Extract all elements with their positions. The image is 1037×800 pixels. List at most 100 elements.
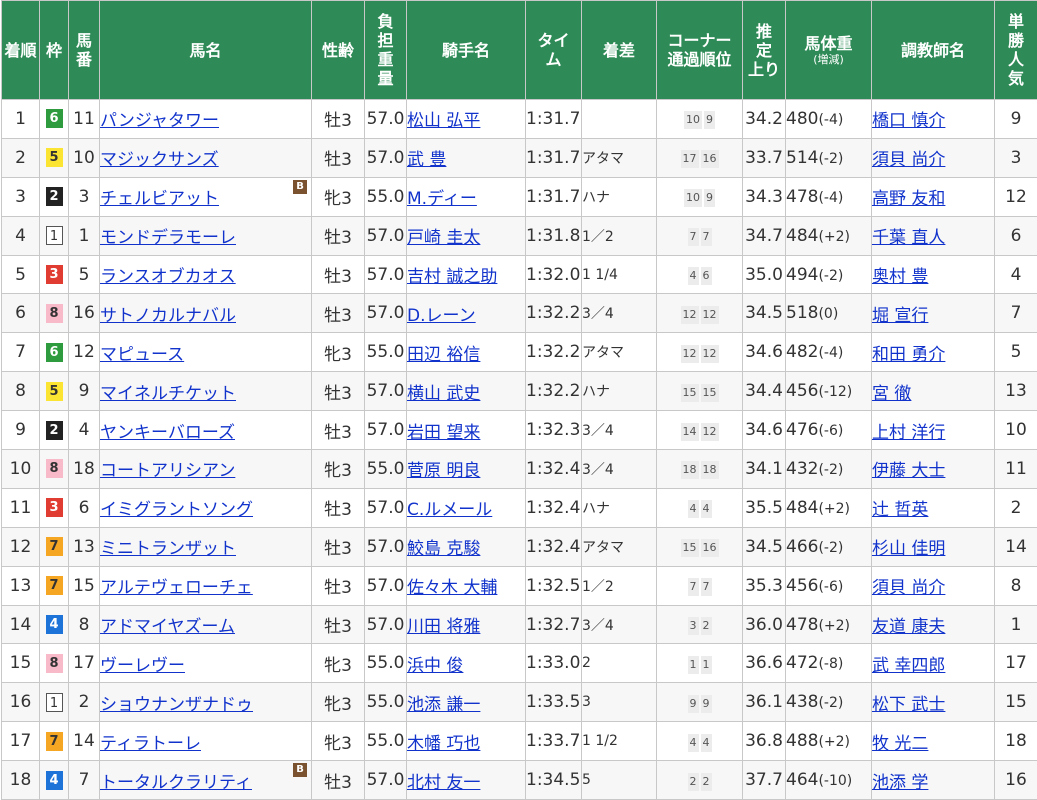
trainer-link[interactable]: 橋口 慎介 (873, 111, 946, 131)
header-horse-no-line: 番 (75, 50, 92, 69)
trainer-link[interactable]: 辻 哲英 (873, 500, 929, 520)
finish-cell: 15 (1, 643, 40, 684)
trainer-link[interactable]: 須貝 尚介 (873, 150, 946, 170)
horse-name-link[interactable]: イミグラントソング (101, 500, 254, 520)
horse-name-link[interactable]: アルテヴェローチェ (101, 578, 253, 598)
horse-number-cell: 2 (68, 682, 100, 723)
jockey-cell: 川田 将雅 (406, 604, 526, 645)
horse-name-link[interactable]: サトノカルナバル (101, 306, 237, 326)
trainer-link[interactable]: 松下 武士 (873, 695, 946, 715)
jockey-link[interactable]: 浜中 俊 (408, 656, 464, 676)
corner-cell: 32 (656, 604, 743, 645)
finish-cell: 4 (1, 215, 40, 256)
horse-name-link[interactable]: アドマイヤズーム (101, 617, 235, 637)
jockey-link[interactable]: 菅原 明良 (408, 461, 481, 481)
trainer-link[interactable]: 池添 学 (873, 773, 929, 793)
trainer-link[interactable]: 伊藤 大士 (873, 461, 946, 481)
trainer-link[interactable]: 宮 徹 (873, 384, 912, 404)
trainer-link[interactable]: 杉山 佳明 (873, 539, 946, 559)
trainer-link[interactable]: 奥村 豊 (873, 267, 929, 287)
horse-name-link[interactable]: パンジャタワー (101, 111, 220, 131)
trainer-link[interactable]: 和田 勇介 (873, 345, 946, 365)
horse-name-link[interactable]: ヴーレヴー (101, 656, 186, 676)
header-popularity: 単勝人気 (994, 0, 1037, 100)
trainer-link[interactable]: 堀 宣行 (873, 306, 929, 326)
trainer-link[interactable]: 須貝 尚介 (873, 578, 946, 598)
weight-carried-cell: 57.0 (364, 760, 407, 800)
jockey-link[interactable]: C.ルメール (408, 500, 493, 520)
trainer-link[interactable]: 千葉 直人 (873, 228, 946, 248)
jockey-link[interactable]: 田辺 裕信 (408, 345, 481, 365)
horse-weight-value: 432 (786, 458, 819, 479)
header-horse-no: 馬番 (68, 0, 100, 100)
table-row: 15 8 17 ヴーレヴー 牝3 55.0 浜中 俊 1:33.0 2 1 1 36.6 472(-8)… (1, 643, 1037, 684)
blinker-icon: B (293, 179, 307, 194)
horse-weight-value: 482 (786, 342, 819, 363)
horse-name-link[interactable]: トータルクラリティ (101, 773, 252, 793)
finish-cell: 6 (1, 293, 40, 334)
horse-name-link[interactable]: チェルビアット (101, 189, 220, 209)
time-cell: 1:34.5 (525, 760, 582, 800)
horse-weight-value: 476 (786, 420, 819, 441)
jockey-link[interactable]: 川田 将雅 (408, 617, 481, 637)
header-corner-line: コーナー (667, 31, 732, 50)
horse-name-link[interactable]: ショウナンザナドゥ (101, 695, 254, 715)
horse-name-link[interactable]: ヤンキーバローズ (101, 423, 235, 443)
trainer-link[interactable]: 高野 友和 (873, 189, 946, 209)
horse-name-link[interactable]: ランスオブカオス (101, 267, 236, 287)
corner-cell: 10 9 (656, 176, 743, 217)
sex-age-cell: 牡3 (311, 371, 365, 412)
frame-cell: 8 (39, 643, 69, 684)
jockey-link[interactable]: 戸崎 圭太 (408, 228, 481, 248)
trainer-link[interactable]: 友道 康夫 (873, 617, 946, 637)
jockey-link[interactable]: D.レーン (408, 306, 476, 326)
horse-name-link[interactable]: ミニトランザット (101, 539, 237, 559)
popularity-cell: 9 (994, 99, 1037, 139)
frame-cell: 7 (39, 721, 69, 762)
trainer-cell: 武 幸四郎 (871, 643, 995, 684)
header-last3f-line: 上り (747, 59, 780, 79)
horse-name-link[interactable]: モンドデラモーレ (101, 228, 237, 248)
jockey-link[interactable]: 横山 武史 (408, 384, 481, 404)
jockey-link[interactable]: 北村 友一 (408, 773, 481, 793)
jockey-link[interactable]: 池添 謙一 (408, 695, 481, 715)
jockey-link[interactable]: 松山 弘平 (408, 111, 481, 131)
jockey-link[interactable]: 吉村 誠之助 (408, 267, 498, 287)
table-body: 1 6 11 パンジャタワー 牡3 57.0 松山 弘平 1:31.7 10 9 34.2 480(-… (1, 99, 1037, 800)
horse-name-link[interactable]: マピュース (101, 345, 185, 365)
horse-name-cell: ティラトーレ (99, 721, 312, 762)
horse-name-cell: ヤンキーバローズ (99, 410, 312, 451)
margin-cell: 5 (581, 760, 657, 800)
trainer-link[interactable]: 武 幸四郎 (873, 656, 946, 676)
horse-name-cell: コートアリシアン (99, 449, 312, 489)
frame-cell: 4 (39, 760, 69, 800)
jockey-link[interactable]: 木幡 巧也 (408, 734, 481, 754)
horse-name-link[interactable]: コートアリシアン (101, 461, 236, 481)
trainer-cell: 牧 光二 (871, 721, 995, 762)
header-popularity-line: 単 (1007, 12, 1024, 31)
time-cell: 1:33.0 (525, 643, 582, 684)
jockey-link[interactable]: 岩田 望来 (408, 423, 481, 443)
jockey-link[interactable]: 佐々木 大輔 (408, 578, 498, 598)
corner-position: 16 (700, 539, 719, 558)
trainer-link[interactable]: 上村 洋行 (873, 423, 946, 443)
frame-cell: 1 (39, 682, 69, 723)
trainer-link[interactable]: 牧 光二 (873, 734, 929, 754)
jockey-link[interactable]: 武 豊 (408, 150, 447, 170)
horse-name-link[interactable]: マジックサンズ (101, 150, 219, 170)
finish-cell: 3 (1, 176, 40, 217)
horse-name-link[interactable]: ティラトーレ (101, 734, 201, 754)
horse-weight-cell: 456(-12) (785, 371, 872, 412)
popularity-cell: 14 (994, 526, 1037, 567)
jockey-link[interactable]: M.ディー (408, 189, 477, 209)
horse-weight-diff: (-4) (818, 189, 844, 206)
margin-cell: 1／2 (581, 215, 657, 256)
horse-weight-diff: (+2) (818, 617, 851, 634)
last3f-cell: 33.7 (742, 137, 786, 178)
jockey-link[interactable]: 鮫島 克駿 (408, 539, 481, 559)
horse-weight-diff: (-4) (818, 111, 844, 128)
finish-cell: 16 (1, 682, 40, 723)
header-last3f-label: 推定上り (744, 22, 785, 79)
popularity-cell: 10 (994, 410, 1037, 451)
horse-name-link[interactable]: マイネルチケット (101, 384, 237, 404)
